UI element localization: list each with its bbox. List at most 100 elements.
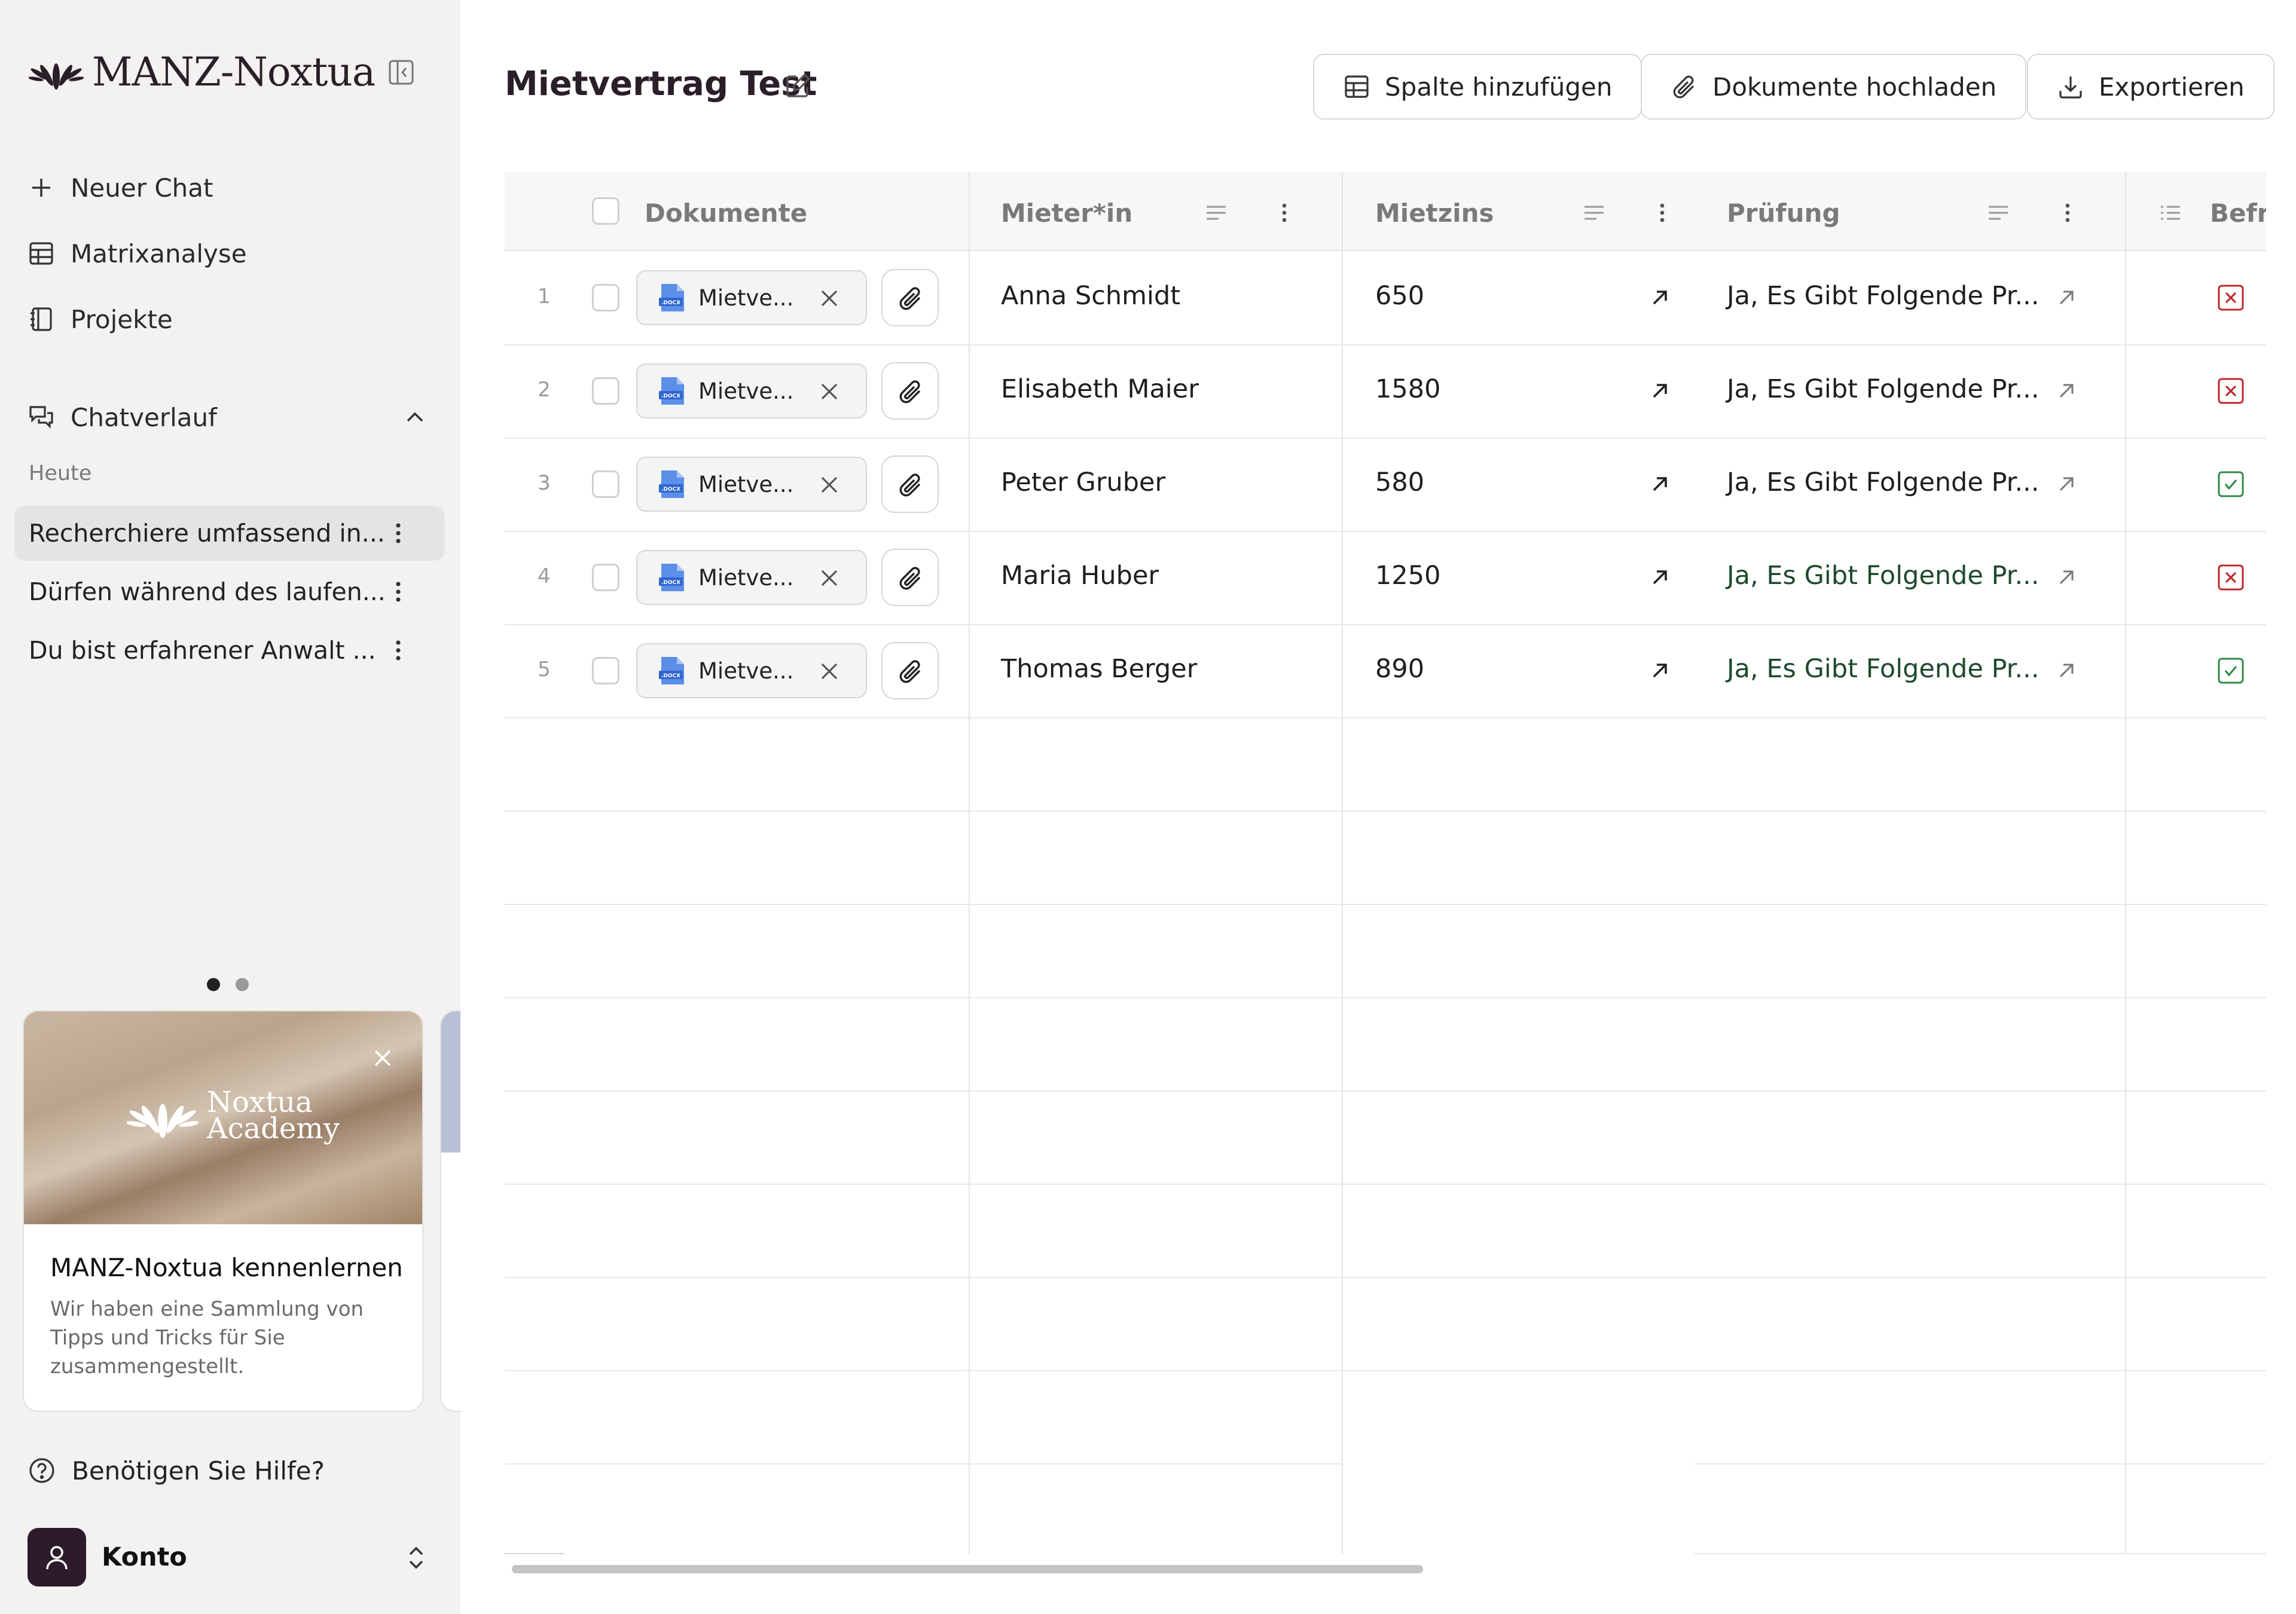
- expand-arrow-icon[interactable]: [1648, 659, 1672, 683]
- add-column-button[interactable]: Spalte hinzufügen: [1313, 54, 1642, 120]
- remove-document-icon[interactable]: [817, 659, 842, 684]
- add-column-label: Spalte hinzufügen: [1385, 72, 1613, 102]
- attach-button[interactable]: [881, 642, 939, 699]
- column-header-pruefung[interactable]: Prüfung: [1727, 198, 1840, 228]
- rent-cell[interactable]: 650: [1375, 281, 1424, 311]
- chat-history-toggle[interactable]: Chatverlauf: [28, 396, 217, 439]
- export-button[interactable]: Exportieren: [2027, 54, 2274, 120]
- upload-documents-label: Dokumente hochladen: [1712, 72, 1997, 102]
- column-header-mieter[interactable]: Mieter*in: [1001, 198, 1132, 228]
- expand-arrow-icon[interactable]: [2054, 286, 2078, 310]
- close-icon[interactable]: [370, 1045, 396, 1071]
- document-name: Mietve...: [698, 564, 794, 591]
- column-menu-icon[interactable]: [2056, 201, 2080, 225]
- text-type-icon: [1989, 206, 2008, 220]
- promo-card[interactable]: Noxtua Academy MANZ-Noxtua kennenlernen …: [23, 1010, 423, 1412]
- attach-button[interactable]: [881, 269, 939, 326]
- nav-matrixanalyse[interactable]: Matrixanalyse: [28, 232, 247, 275]
- edit-icon[interactable]: [783, 72, 812, 100]
- nav-new-chat[interactable]: Neuer Chat: [28, 166, 213, 209]
- document-name: Mietve...: [698, 658, 794, 684]
- svg-text:.DOCX: .DOCX: [661, 580, 680, 586]
- check-cell[interactable]: Ja, Es Gibt Folgende Pr...: [1727, 374, 2039, 404]
- document-chip[interactable]: .DOCX Mietve...: [636, 643, 867, 698]
- attach-button[interactable]: [881, 549, 939, 606]
- more-options-icon[interactable]: [385, 637, 411, 664]
- collapse-sidebar-icon[interactable]: [387, 59, 415, 86]
- check-cell[interactable]: Ja, Es Gibt Folgende Pr...: [1727, 654, 2039, 684]
- expand-arrow-icon[interactable]: [1648, 379, 1672, 403]
- brand-name: MANZ-Noxtua: [92, 49, 375, 95]
- account-label: Konto: [102, 1542, 187, 1572]
- column-header-dokumente[interactable]: Dokumente: [645, 198, 807, 228]
- brand-logo[interactable]: MANZ-Noxtua: [29, 49, 375, 95]
- expand-arrow-icon[interactable]: [1648, 565, 1672, 589]
- column-menu-icon[interactable]: [1272, 201, 1296, 225]
- chat-item[interactable]: Du bist erfahrener Anwalt ...: [14, 623, 445, 678]
- chat-item[interactable]: Recherchiere umfassend in...: [14, 506, 445, 561]
- remove-document-icon[interactable]: [817, 379, 842, 404]
- tenant-cell[interactable]: Maria Huber: [1001, 561, 1159, 591]
- expand-arrow-icon[interactable]: [1648, 286, 1672, 310]
- paperclip-icon: [899, 287, 921, 310]
- docx-file-icon: .DOCX: [659, 470, 684, 498]
- help-link[interactable]: Benötigen Sie Hilfe?: [28, 1449, 325, 1492]
- attach-button[interactable]: [881, 362, 939, 420]
- more-options-icon[interactable]: [385, 520, 411, 546]
- document-chip[interactable]: .DOCX Mietve...: [636, 363, 867, 418]
- rent-cell[interactable]: 580: [1375, 467, 1424, 497]
- check-cell[interactable]: Ja, Es Gibt Folgende Pr...: [1727, 467, 2039, 497]
- chat-history-label: Chatverlauf: [71, 402, 217, 432]
- remove-document-icon[interactable]: [817, 286, 842, 311]
- column-header-befristung[interactable]: Befri: [2210, 198, 2266, 228]
- expand-arrow-icon[interactable]: [2054, 565, 2078, 589]
- nav-matrixanalyse-label: Matrixanalyse: [71, 239, 247, 268]
- text-type-icon: [1207, 206, 1226, 220]
- tenant-cell[interactable]: Peter Gruber: [1001, 467, 1165, 497]
- expand-arrow-icon[interactable]: [2054, 472, 2078, 496]
- upload-documents-button[interactable]: Dokumente hochladen: [1641, 54, 2027, 120]
- tenant-cell[interactable]: Elisabeth Maier: [1001, 374, 1199, 404]
- check-cell[interactable]: Ja, Es Gibt Folgende Pr...: [1727, 281, 2039, 311]
- column-menu-icon[interactable]: [1650, 201, 1674, 225]
- tenant-cell[interactable]: Thomas Berger: [1001, 654, 1197, 684]
- row-checkbox[interactable]: [592, 377, 619, 405]
- account-menu[interactable]: Konto: [28, 1528, 187, 1587]
- carousel-dot-active[interactable]: [207, 978, 220, 991]
- svg-text:.DOCX: .DOCX: [661, 300, 680, 306]
- rent-cell[interactable]: 1580: [1375, 374, 1440, 404]
- nav-projekte[interactable]: Projekte: [28, 298, 173, 341]
- avatar: [28, 1528, 86, 1587]
- check-cell[interactable]: Ja, Es Gibt Folgende Pr...: [1727, 561, 2039, 591]
- more-options-icon[interactable]: [385, 579, 411, 605]
- chevron-up-icon[interactable]: [402, 404, 428, 430]
- document-chip[interactable]: .DOCX Mietve...: [636, 550, 867, 605]
- column-header-mietzins[interactable]: Mietzins: [1375, 198, 1494, 228]
- document-chip[interactable]: .DOCX Mietve...: [636, 270, 867, 325]
- chat-item[interactable]: Dürfen während des laufen...: [14, 564, 445, 619]
- horizontal-scrollbar[interactable]: [512, 1565, 1423, 1573]
- document-chip[interactable]: .DOCX Mietve...: [636, 457, 867, 512]
- lotus-logo-icon: [127, 1103, 199, 1138]
- chevron-up-down-icon[interactable]: [402, 1542, 430, 1573]
- row-checkbox[interactable]: [592, 657, 619, 684]
- expand-arrow-icon[interactable]: [2054, 659, 2078, 683]
- row-checkbox[interactable]: [592, 284, 619, 311]
- remove-document-icon[interactable]: [817, 472, 842, 497]
- paperclip-icon: [1673, 75, 1694, 99]
- row-checkbox[interactable]: [592, 470, 619, 498]
- remove-document-icon[interactable]: [817, 565, 842, 591]
- tenant-cell[interactable]: Anna Schmidt: [1001, 281, 1180, 311]
- attach-button[interactable]: [881, 456, 939, 513]
- rent-cell[interactable]: 890: [1375, 654, 1424, 684]
- status-yes-icon: [2218, 658, 2244, 684]
- expand-arrow-icon[interactable]: [1648, 472, 1672, 496]
- carousel-dot[interactable]: [236, 978, 249, 991]
- expand-arrow-icon[interactable]: [2054, 379, 2078, 403]
- select-all-checkbox[interactable]: [592, 197, 619, 225]
- status-no-icon: [2218, 378, 2244, 404]
- row-checkbox[interactable]: [592, 564, 619, 591]
- rent-cell[interactable]: 1250: [1375, 561, 1440, 591]
- promo-card-next[interactable]: [440, 1010, 460, 1412]
- docx-file-icon: .DOCX: [659, 564, 684, 591]
